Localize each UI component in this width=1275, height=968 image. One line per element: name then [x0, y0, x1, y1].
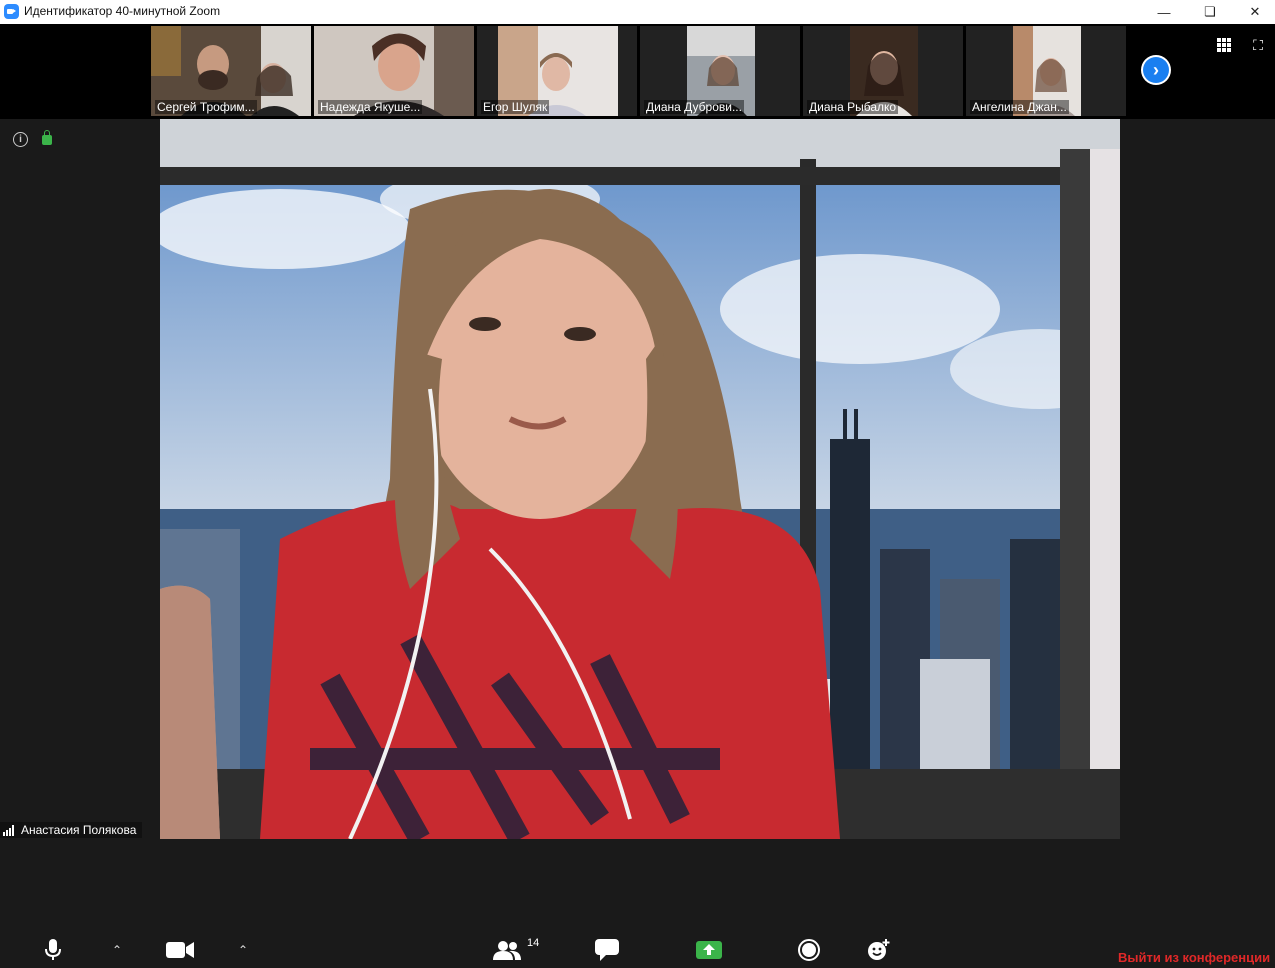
participant-name: Диана Дуброви... — [644, 100, 744, 114]
speaker-name: Анастасия Полякова — [21, 823, 137, 837]
reactions-icon — [868, 938, 890, 960]
lock-icon[interactable] — [42, 130, 52, 145]
chevron-up-icon: ⌃ — [237, 942, 249, 957]
participants-count: 14 — [527, 937, 540, 949]
next-page-button[interactable]: › — [1141, 55, 1171, 85]
active-speaker-label: Анастасия Полякова — [0, 822, 143, 838]
participants-icon — [493, 940, 521, 960]
participant-thumbnail[interactable]: Надежда Якуше... — [314, 26, 474, 116]
chevron-right-icon: › — [1143, 57, 1169, 83]
chat-icon — [595, 938, 619, 961]
chat-button[interactable] — [592, 931, 622, 968]
participant-thumbnail[interactable]: Ангелина Джан... — [966, 26, 1126, 116]
video-icon — [166, 941, 194, 958]
mute-button[interactable] — [36, 931, 70, 968]
video-frame — [160, 119, 1120, 839]
participant-name: Егор Шуляк — [481, 100, 550, 114]
window-title: Идентификатор 40-минутной Zoom — [24, 4, 221, 18]
participant-thumbnail[interactable]: Диана Рыбалко — [803, 26, 963, 116]
fullscreen-icon[interactable]: ⛶ — [1251, 38, 1265, 52]
minimize-icon: — — [1157, 4, 1171, 20]
participant-name: Диана Рыбалко — [807, 100, 899, 114]
video-button[interactable] — [162, 931, 198, 968]
video-options-button[interactable]: ⌃ — [232, 931, 254, 968]
participant-name: Надежда Якуше... — [318, 100, 423, 114]
close-icon: ✕ — [1249, 4, 1261, 19]
active-speaker-video — [160, 119, 1120, 839]
participants-button[interactable] — [490, 931, 524, 968]
participant-thumbnail[interactable]: Сергей Трофим... — [151, 26, 311, 116]
chevron-up-icon: ⌃ — [111, 942, 123, 957]
share-screen-icon — [696, 940, 722, 959]
share-screen-button[interactable] — [694, 931, 724, 968]
zoom-icon — [4, 4, 19, 19]
title-bar: Идентификатор 40-минутной Zoom — ❏ ✕ — [0, 0, 1275, 24]
meeting-toolbar: ⌃ ⌃ — [0, 931, 1275, 968]
mic-icon — [45, 938, 61, 960]
record-button[interactable] — [794, 931, 824, 968]
participant-thumbnail[interactable]: Егор Шуляк — [477, 26, 637, 116]
minimize-button[interactable]: — — [1141, 0, 1187, 24]
info-icon[interactable]: i — [13, 132, 28, 147]
reactions-button[interactable] — [864, 931, 894, 968]
participant-name: Ангелина Джан... — [970, 100, 1069, 114]
maximize-button[interactable]: ❏ — [1187, 0, 1233, 24]
maximize-icon: ❏ — [1204, 4, 1216, 19]
signal-icon — [3, 824, 16, 836]
close-button[interactable]: ✕ — [1232, 0, 1275, 24]
record-icon — [798, 938, 820, 961]
leave-meeting-button[interactable]: Выйти из конференции — [1118, 950, 1270, 965]
participant-name: Сергей Трофим... — [155, 100, 257, 114]
participant-strip: Сергей Трофим... Надежда Якуше... Егор Ш… — [0, 24, 1275, 119]
participant-thumbnail[interactable]: Диана Дуброви... — [640, 26, 800, 116]
grid-view-icon[interactable] — [1217, 38, 1231, 52]
audio-options-button[interactable]: ⌃ — [106, 931, 128, 968]
